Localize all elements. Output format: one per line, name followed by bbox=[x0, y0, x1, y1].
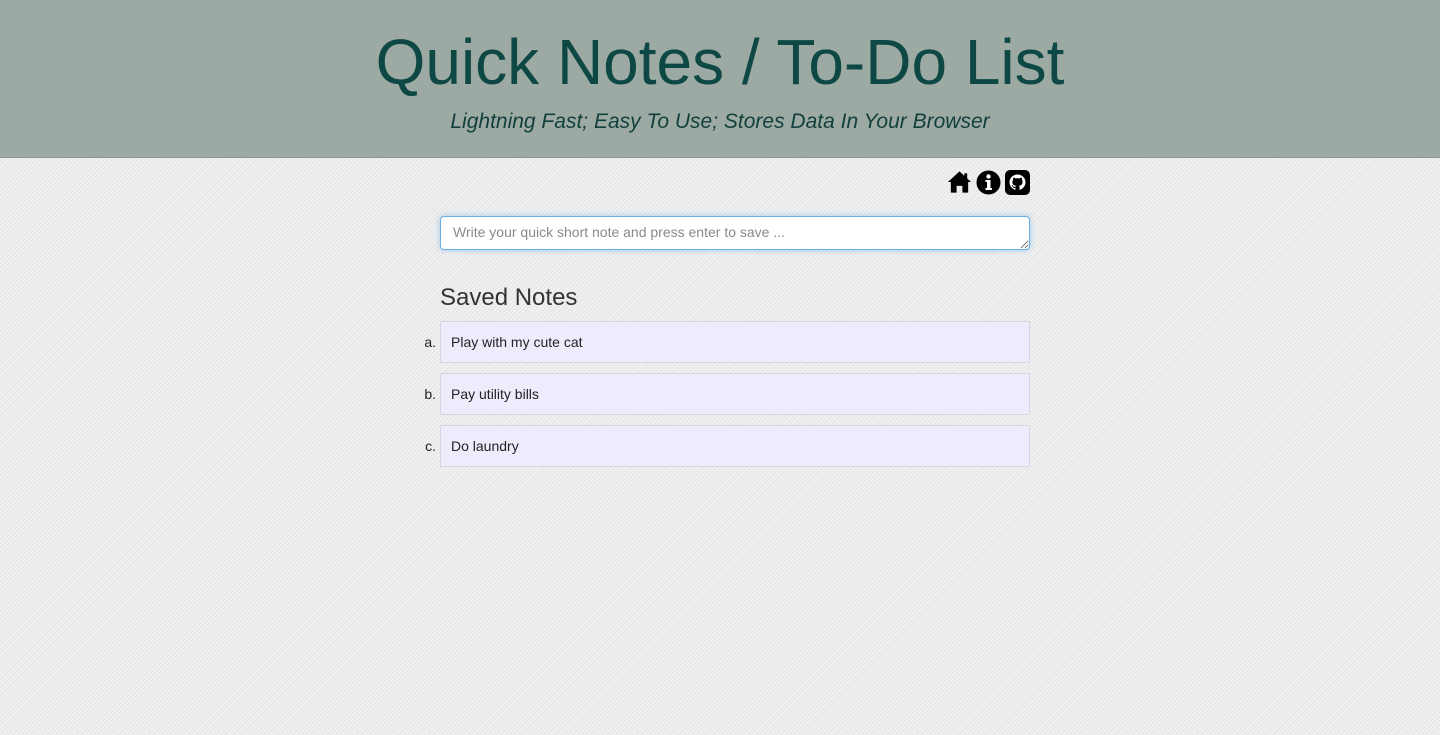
note-marker: a. bbox=[424, 334, 436, 350]
info-icon[interactable] bbox=[976, 170, 1001, 195]
note-text: Play with my cute cat bbox=[451, 334, 583, 350]
note-marker: c. bbox=[425, 438, 436, 454]
saved-notes-heading: Saved Notes bbox=[440, 284, 578, 311]
github-icon[interactable] bbox=[1005, 169, 1030, 195]
note-text: Pay utility bills bbox=[451, 386, 539, 402]
note-item[interactable]: b. Pay utility bills bbox=[424, 373, 1030, 415]
home-icon[interactable] bbox=[947, 170, 972, 195]
note-text: Do laundry bbox=[451, 438, 519, 454]
page-title: Quick Notes / To-Do List bbox=[375, 26, 1065, 98]
note-marker: b. bbox=[424, 386, 436, 402]
page-header: Quick Notes / To-Do List Lightning Fast;… bbox=[0, 0, 1440, 158]
saved-notes-list: a. Play with my cute cat b. Pay utility … bbox=[424, 321, 1030, 477]
note-item[interactable]: a. Play with my cute cat bbox=[424, 321, 1030, 363]
page-subtitle: Lightning Fast; Easy To Use; Stores Data… bbox=[450, 110, 990, 133]
note-input[interactable] bbox=[440, 216, 1030, 250]
toolbar-icons bbox=[947, 169, 1030, 195]
note-item[interactable]: c. Do laundry bbox=[425, 425, 1030, 467]
